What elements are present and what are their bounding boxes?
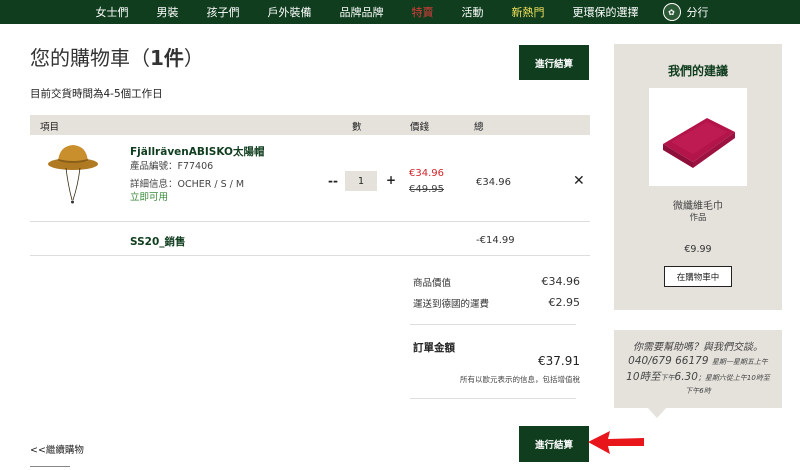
divider — [30, 221, 590, 222]
help-line3-small1: 下午 — [660, 374, 675, 382]
divider — [410, 398, 576, 399]
recommendation-product-name[interactable]: 微纖維毛巾 — [614, 197, 782, 212]
price-original: €49.95 — [409, 184, 444, 195]
help-line3-small2: ；星期六從上午10時至 — [697, 374, 770, 382]
price-current: €34.96 — [409, 168, 444, 179]
nav-store[interactable]: ✿ 分行 — [653, 3, 719, 21]
help-bubble: 你需要幫助嗎？與我們交談。 040/679 66179 星期一星期五上午 10時… — [614, 330, 782, 408]
divider — [410, 324, 576, 325]
towel-icon — [663, 118, 735, 168]
remove-item-close-icon[interactable]: ✕ — [573, 173, 585, 189]
page-title: 您的購物車（1件） — [30, 46, 204, 70]
continue-shopping-link[interactable]: <<繼續購物 — [30, 442, 84, 456]
shipping-label: 運送到德國的運費 — [413, 299, 490, 310]
recommendation-panel: 我們的建議 微纖維毛巾 作品 €9.99 在購物車中 — [614, 44, 782, 310]
nav-new[interactable]: 新熱門 — [498, 4, 559, 20]
column-item: 項目 — [40, 122, 60, 133]
nav-store-label: 分行 — [686, 6, 709, 19]
nav-brands[interactable]: 品牌品牌 — [326, 4, 398, 20]
recommendation-title: 我們的建議 — [667, 64, 728, 78]
discount-code: SS20_銷售 — [130, 236, 186, 248]
product-name[interactable]: FjällrävenABISKO太陽帽 — [130, 144, 264, 159]
row-total: €34.96 — [476, 177, 511, 188]
top-navigation: 女士們 男裝 孩子們 戶外裝備 品牌品牌 特賣 活動 新熱門 更環保的選擇 ✿ … — [0, 0, 800, 24]
nav-eco[interactable]: 更環保的選擇 — [559, 4, 653, 20]
help-line3-main: 10時至 — [626, 371, 661, 383]
add-to-cart-button[interactable]: 在購物車中 — [664, 266, 732, 287]
goods-value: €34.96 — [541, 275, 581, 288]
checkout-button-top[interactable]: 進行結算 — [519, 45, 589, 80]
qty-input[interactable]: 1 — [345, 171, 377, 191]
help-bubble-tail — [648, 408, 666, 418]
help-line3: 10時至下午6.30；星期六從上午10時至 — [614, 369, 782, 384]
order-total-value: €37.91 — [538, 354, 580, 368]
product-details: 詳細信息：OCHER / S / M — [130, 179, 245, 190]
product-code: 產品編號：F77406 — [130, 161, 214, 172]
help-line1: 你需要幫助嗎？與我們交談。 — [633, 342, 763, 353]
delivery-time: 目前交貨時間為4-5個工作日 — [30, 88, 163, 100]
recommendation-product-sub: 作品 — [689, 213, 707, 223]
divider — [30, 255, 590, 256]
product-availability: 立即可用 — [130, 192, 169, 203]
goods-value-label: 商品價值 — [413, 278, 452, 289]
product-image[interactable] — [46, 140, 100, 212]
store-logo-icon: ✿ — [662, 3, 681, 21]
column-total: 總 — [474, 122, 484, 133]
qty-increase-button[interactable]: + — [386, 173, 396, 187]
red-arrow-icon — [588, 431, 644, 454]
nav-sale[interactable]: 特賣 — [398, 4, 448, 20]
discount-value: -€14.99 — [476, 235, 515, 246]
cart-table-header: 項目 數 價錢 總 — [30, 115, 590, 135]
column-price: 價錢 — [410, 122, 430, 133]
column-qty: 數 — [352, 122, 362, 133]
checkout-button-bottom[interactable]: 進行結算 — [519, 426, 589, 462]
nav-kids[interactable]: 孩子們 — [193, 4, 254, 20]
help-hours-a: 星期一星期五上午 — [711, 358, 768, 366]
vat-note: 所有以歐元表示的信息，包括增值稅 — [460, 375, 580, 384]
title-text: 您的購物車 — [30, 46, 130, 70]
shipping-value: €2.95 — [548, 296, 581, 309]
nav-events[interactable]: 活動 — [448, 4, 498, 20]
title-count: 1件 — [150, 46, 184, 70]
recommendation-image[interactable] — [649, 88, 747, 186]
nav-women[interactable]: 女士們 — [82, 4, 143, 20]
nav-outdoor-gear[interactable]: 戶外裝備 — [254, 4, 326, 20]
help-line3-time: 6.30 — [674, 371, 698, 383]
nav-men[interactable]: 男裝 — [143, 4, 193, 20]
recommendation-price: €9.99 — [684, 244, 712, 255]
help-line2: 040/679 66179 星期一星期五上午 — [614, 355, 782, 367]
continue-underline — [30, 466, 70, 467]
order-total-label: 訂單金額 — [413, 342, 455, 354]
help-phone[interactable]: 040/679 66179 — [628, 355, 708, 367]
help-line4: 下午6時 — [685, 387, 711, 395]
qty-decrease-button[interactable]: -- — [328, 174, 338, 188]
